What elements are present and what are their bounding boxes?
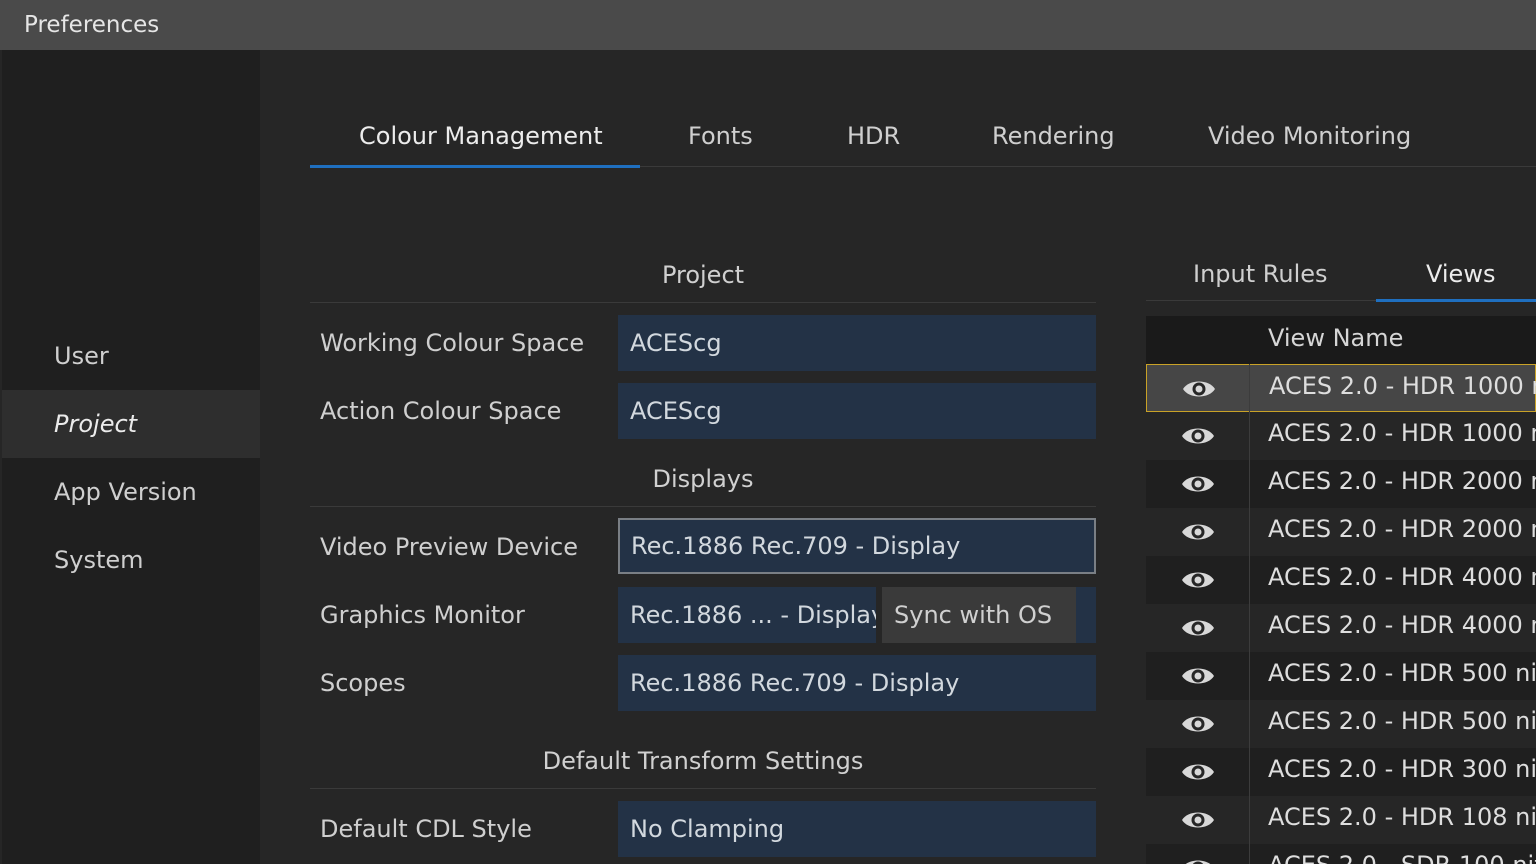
subtab-input-rules[interactable]: Input Rules (1193, 260, 1328, 288)
view-name-cell: ACES 2.0 - HDR 500 nits (1268, 659, 1536, 687)
view-name-cell: ACES 2.0 - HDR 500 nits (1268, 707, 1536, 735)
video-preview-device-field[interactable]: Rec.1886 Rec.709 - Display (618, 518, 1096, 574)
views-table: View Name ACES 2.0 - HDR 1000 nits ACES 2… (1146, 316, 1536, 864)
sidebar-item-system[interactable]: System (2, 526, 260, 594)
tab-colour-management[interactable]: Colour Management (359, 122, 603, 150)
eye-icon[interactable] (1180, 855, 1216, 864)
table-row[interactable]: ACES 2.0 - HDR 500 nits (1146, 700, 1536, 748)
eye-icon[interactable] (1180, 711, 1216, 737)
view-name-cell: ACES 2.0 - HDR 4000 nits (1268, 611, 1536, 639)
section-divider (310, 302, 1096, 303)
scopes-label: Scopes (320, 669, 406, 697)
table-row[interactable]: ACES 2.0 - HDR 108 nits (1146, 796, 1536, 844)
graphics-monitor-field[interactable]: Rec.1886 ... - Display (618, 587, 876, 643)
eye-icon[interactable] (1180, 471, 1216, 497)
eye-icon[interactable] (1180, 423, 1216, 449)
section-title-default-transform: Default Transform Settings (542, 747, 864, 775)
sync-with-os-field[interactable]: Sync with OS (882, 587, 1096, 643)
column-divider (1249, 364, 1250, 864)
active-tab-indicator (310, 165, 640, 168)
view-name-cell: ACES 2.0 - HDR 4000 nits (1268, 563, 1536, 591)
scopes-field[interactable]: Rec.1886 Rec.709 - Display (618, 655, 1096, 711)
section-title-displays: Displays (652, 465, 754, 493)
table-row[interactable]: ACES 2.0 - HDR 4000 nits (1146, 604, 1536, 652)
active-subtab-indicator (1376, 299, 1536, 302)
view-name-cell: ACES 2.0 - HDR 2000 nits (1268, 467, 1536, 495)
tab-hdr[interactable]: HDR (847, 122, 900, 150)
graphics-monitor-label: Graphics Monitor (320, 601, 525, 629)
tab-video-monitoring[interactable]: Video Monitoring (1208, 122, 1411, 150)
default-cdl-style-label: Default CDL Style (320, 815, 532, 843)
view-name-cell: ACES 2.0 - HDR 1000 nits (1269, 372, 1536, 400)
table-row[interactable]: ACES 2.0 - HDR 2000 nits (1146, 460, 1536, 508)
view-name-cell: ACES 2.0 - SDR 100 nits (1268, 851, 1536, 864)
sync-with-os-button[interactable]: Sync with OS (882, 587, 1076, 643)
eye-icon[interactable] (1180, 519, 1216, 545)
table-header: View Name (1146, 316, 1536, 364)
action-colour-space-field[interactable]: ACEScg (618, 383, 1096, 439)
eye-icon[interactable] (1180, 615, 1216, 641)
eye-icon[interactable] (1181, 376, 1217, 402)
video-preview-device-label: Video Preview Device (320, 533, 578, 561)
view-name-cell: ACES 2.0 - HDR 2000 nits (1268, 515, 1536, 543)
eye-icon[interactable] (1180, 807, 1216, 833)
subtab-views[interactable]: Views (1426, 260, 1495, 288)
main-panel: Colour Management Fonts HDR Rendering Vi… (260, 50, 1536, 864)
title-bar: Preferences (0, 0, 1536, 50)
sidebar-item-app-version[interactable]: App Version (2, 458, 260, 526)
table-row[interactable]: ACES 2.0 - SDR 100 nits (1146, 844, 1536, 864)
table-row[interactable]: ACES 2.0 - HDR 500 nits (1146, 652, 1536, 700)
working-colour-space-field[interactable]: ACEScg (618, 315, 1096, 371)
default-cdl-style-field[interactable]: No Clamping (618, 801, 1096, 857)
eye-icon[interactable] (1180, 663, 1216, 689)
table-row[interactable]: ACES 2.0 - HDR 4000 nits (1146, 556, 1536, 604)
section-title-project: Project (661, 261, 745, 289)
window-title: Preferences (24, 12, 160, 38)
view-name-cell: ACES 2.0 - HDR 1000 nits (1268, 419, 1536, 447)
table-row[interactable]: ACES 2.0 - HDR 1000 nits (1146, 412, 1536, 460)
view-name-cell: ACES 2.0 - HDR 108 nits (1268, 803, 1536, 831)
table-row[interactable]: ACES 2.0 - HDR 1000 nits (1146, 364, 1536, 412)
eye-icon[interactable] (1180, 759, 1216, 785)
sidebar: User Project App Version System (2, 50, 260, 864)
table-row[interactable]: ACES 2.0 - HDR 300 nits (1146, 748, 1536, 796)
section-divider (310, 788, 1096, 789)
view-name-cell: ACES 2.0 - HDR 300 nits (1268, 755, 1536, 783)
view-name-column-header[interactable]: View Name (1268, 324, 1403, 352)
tab-rendering[interactable]: Rendering (992, 122, 1115, 150)
sidebar-item-project[interactable]: Project (2, 390, 260, 458)
sidebar-item-user[interactable]: User (2, 322, 260, 390)
table-row[interactable]: ACES 2.0 - HDR 2000 nits (1146, 508, 1536, 556)
tab-fonts[interactable]: Fonts (688, 122, 753, 150)
working-colour-space-label: Working Colour Space (320, 329, 585, 357)
section-divider (310, 506, 1096, 507)
eye-icon[interactable] (1180, 567, 1216, 593)
action-colour-space-label: Action Colour Space (320, 397, 562, 425)
